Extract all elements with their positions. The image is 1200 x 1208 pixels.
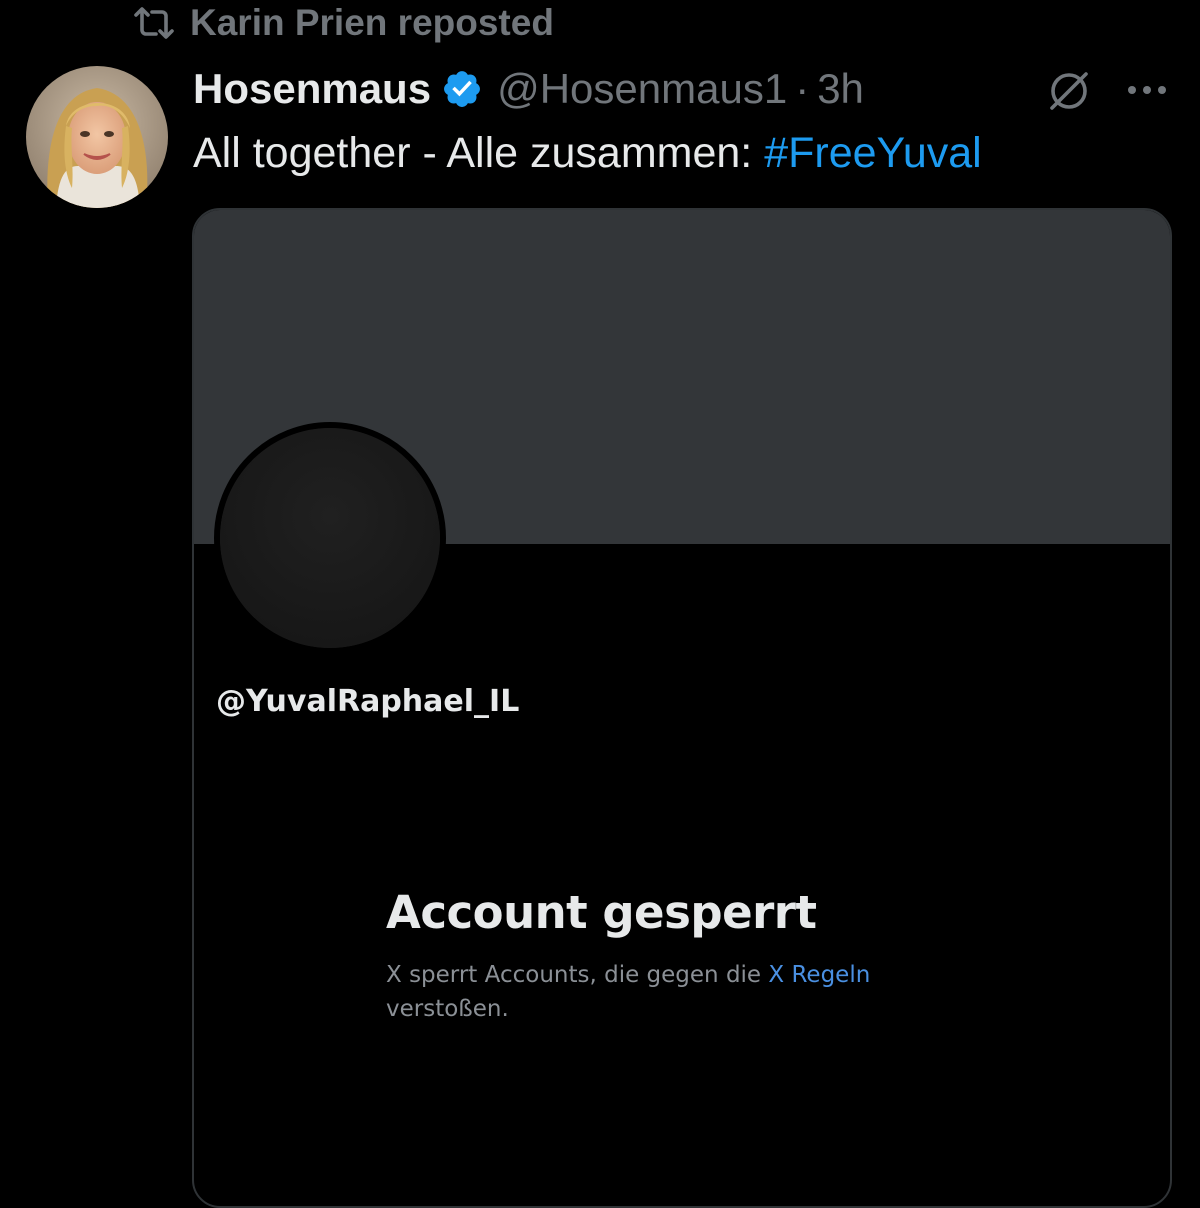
suspended-desc-text: X sperrt Accounts, die gegen die	[386, 962, 769, 988]
tweet-text-body: All together - Alle zusammen:	[193, 129, 765, 177]
x-rules-link: X Regeln	[768, 962, 871, 988]
more-icon[interactable]	[1124, 70, 1170, 110]
suspended-description: X sperrt Accounts, die gegen die X Regel…	[386, 958, 906, 1026]
suspended-profile-avatar	[214, 422, 446, 654]
author-handle[interactable]: @Hosenmaus1	[497, 65, 787, 113]
suspended-desc-suffix: verstoßen.	[386, 996, 509, 1022]
tweet-text: All together - Alle zusammen: #FreeYuval	[193, 124, 982, 182]
repost-icon	[132, 6, 176, 40]
suspended-account-handle: @YuvalRaphael_IL	[216, 684, 520, 719]
media-image[interactable]: @YuvalRaphael_IL Account gesperrt X sper…	[192, 208, 1172, 1208]
verified-badge-icon[interactable]	[441, 68, 483, 110]
separator-dot: ·	[795, 65, 810, 112]
repost-indicator[interactable]: Karin Prien reposted	[132, 0, 554, 46]
avatar[interactable]	[26, 66, 168, 208]
author-display-name[interactable]: Hosenmaus	[193, 65, 431, 113]
tweet-timestamp[interactable]: 3h	[817, 65, 864, 113]
tweet-header: Hosenmaus @Hosenmaus1 · 3h	[193, 60, 864, 118]
hashtag-link[interactable]: #FreeYuval	[764, 129, 982, 177]
suspended-title: Account gesperrt	[386, 886, 817, 939]
grok-icon[interactable]	[1046, 68, 1092, 114]
repost-label: Karin Prien reposted	[190, 2, 554, 43]
